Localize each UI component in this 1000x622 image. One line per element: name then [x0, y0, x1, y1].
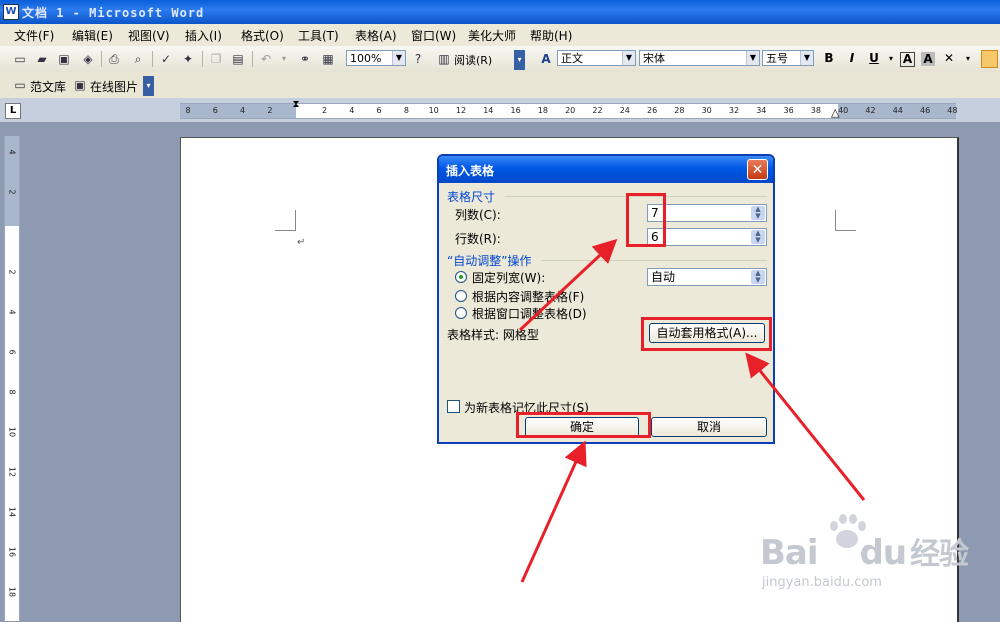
arrow-to-dimensions	[518, 238, 618, 332]
arrow-to-autoformat	[745, 352, 866, 501]
arrow-to-ok	[520, 440, 587, 583]
watermark-brand: Bai	[760, 533, 819, 573]
watermark-url: jingyan.baidu.com	[762, 575, 882, 590]
watermark-brand2: du	[859, 533, 908, 573]
watermark-cn: 经验	[910, 537, 969, 572]
